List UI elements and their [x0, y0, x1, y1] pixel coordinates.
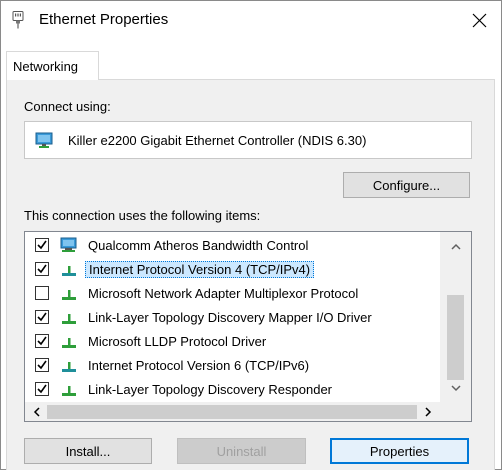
- connect-using-label: Connect using:: [24, 99, 111, 114]
- scroll-right-button[interactable]: [417, 402, 439, 421]
- title-bar: Ethernet Properties: [1, 1, 501, 39]
- item-checkbox[interactable]: [35, 334, 49, 348]
- horizontal-scroll-thumb[interactable]: [47, 405, 417, 419]
- list-item[interactable]: Microsoft Network Adapter Multiplexor Pr…: [25, 282, 440, 305]
- list-item[interactable]: Internet Protocol Version 6 (TCP/IPv6): [25, 354, 440, 377]
- item-checkbox[interactable]: [35, 286, 49, 300]
- protocol-icon: [62, 314, 76, 324]
- scroll-up-button[interactable]: [440, 232, 471, 260]
- list-item[interactable]: Internet Protocol Version 4 (TCP/IPv4): [25, 258, 440, 281]
- adapter-name: Killer e2200 Gigabit Ethernet Controller…: [68, 133, 367, 148]
- close-button[interactable]: [463, 5, 495, 35]
- checkmark-icon: [37, 312, 47, 322]
- list-item[interactable]: Link-Layer Topology Discovery Responder: [25, 378, 440, 401]
- vertical-scrollbar[interactable]: [440, 232, 471, 402]
- checkmark-icon: [37, 360, 47, 370]
- protocol-icon: [62, 266, 76, 276]
- item-label: Microsoft LLDP Protocol Driver: [88, 334, 267, 349]
- ethernet-properties-window: Ethernet Properties Networking Connect u…: [0, 0, 502, 470]
- scrollbar-corner: [439, 402, 471, 421]
- chevron-down-icon: [450, 384, 461, 391]
- tab-networking[interactable]: Networking: [6, 51, 99, 80]
- item-checkbox[interactable]: [35, 382, 49, 396]
- chevron-up-icon: [450, 243, 461, 250]
- network-adapter-icon: [60, 237, 77, 252]
- vertical-scroll-thumb[interactable]: [447, 295, 464, 380]
- close-icon: [472, 13, 486, 27]
- item-label: Microsoft Network Adapter Multiplexor Pr…: [88, 286, 359, 301]
- ethernet-port-icon: [12, 11, 24, 29]
- network-adapter-icon: [35, 132, 53, 148]
- item-label: Link-Layer Topology Discovery Mapper I/O…: [88, 310, 372, 325]
- list-item[interactable]: Link-Layer Topology Discovery Mapper I/O…: [25, 306, 440, 329]
- item-checkbox[interactable]: [35, 310, 49, 324]
- checkmark-icon: [37, 264, 47, 274]
- item-checkbox[interactable]: [35, 358, 49, 372]
- checkmark-icon: [37, 384, 47, 394]
- configure-button[interactable]: Configure...: [343, 172, 470, 198]
- list-item[interactable]: Microsoft LLDP Protocol Driver: [25, 330, 440, 353]
- list-item[interactable]: Qualcomm Atheros Bandwidth Control: [25, 234, 440, 257]
- item-checkbox[interactable]: [35, 262, 49, 276]
- tab-label: Networking: [13, 59, 79, 74]
- install-button[interactable]: Install...: [24, 438, 152, 464]
- checkmark-icon: [37, 336, 47, 346]
- protocol-icon: [62, 362, 76, 372]
- items-label: This connection uses the following items…: [24, 208, 261, 223]
- checkmark-icon: [37, 240, 47, 250]
- item-checkbox[interactable]: [35, 238, 49, 252]
- uninstall-button[interactable]: Uninstall: [177, 438, 306, 464]
- connection-items-list[interactable]: Qualcomm Atheros Bandwidth Control Inter…: [24, 231, 472, 422]
- protocol-icon: [62, 338, 76, 348]
- item-label: Internet Protocol Version 6 (TCP/IPv6): [88, 358, 310, 373]
- protocol-icon: [62, 290, 76, 300]
- scroll-left-button[interactable]: [25, 402, 47, 421]
- chevron-left-icon: [33, 407, 40, 417]
- horizontal-scrollbar[interactable]: [25, 402, 471, 421]
- adapter-field: Killer e2200 Gigabit Ethernet Controller…: [24, 121, 472, 159]
- properties-button[interactable]: Properties: [330, 438, 469, 464]
- item-label: Link-Layer Topology Discovery Responder: [88, 382, 332, 397]
- chevron-right-icon: [424, 407, 431, 417]
- protocol-icon: [62, 386, 76, 396]
- scroll-down-button[interactable]: [440, 374, 471, 402]
- item-label: Internet Protocol Version 4 (TCP/IPv4): [85, 261, 315, 278]
- window-title: Ethernet Properties: [39, 11, 169, 28]
- item-label: Qualcomm Atheros Bandwidth Control: [88, 238, 309, 253]
